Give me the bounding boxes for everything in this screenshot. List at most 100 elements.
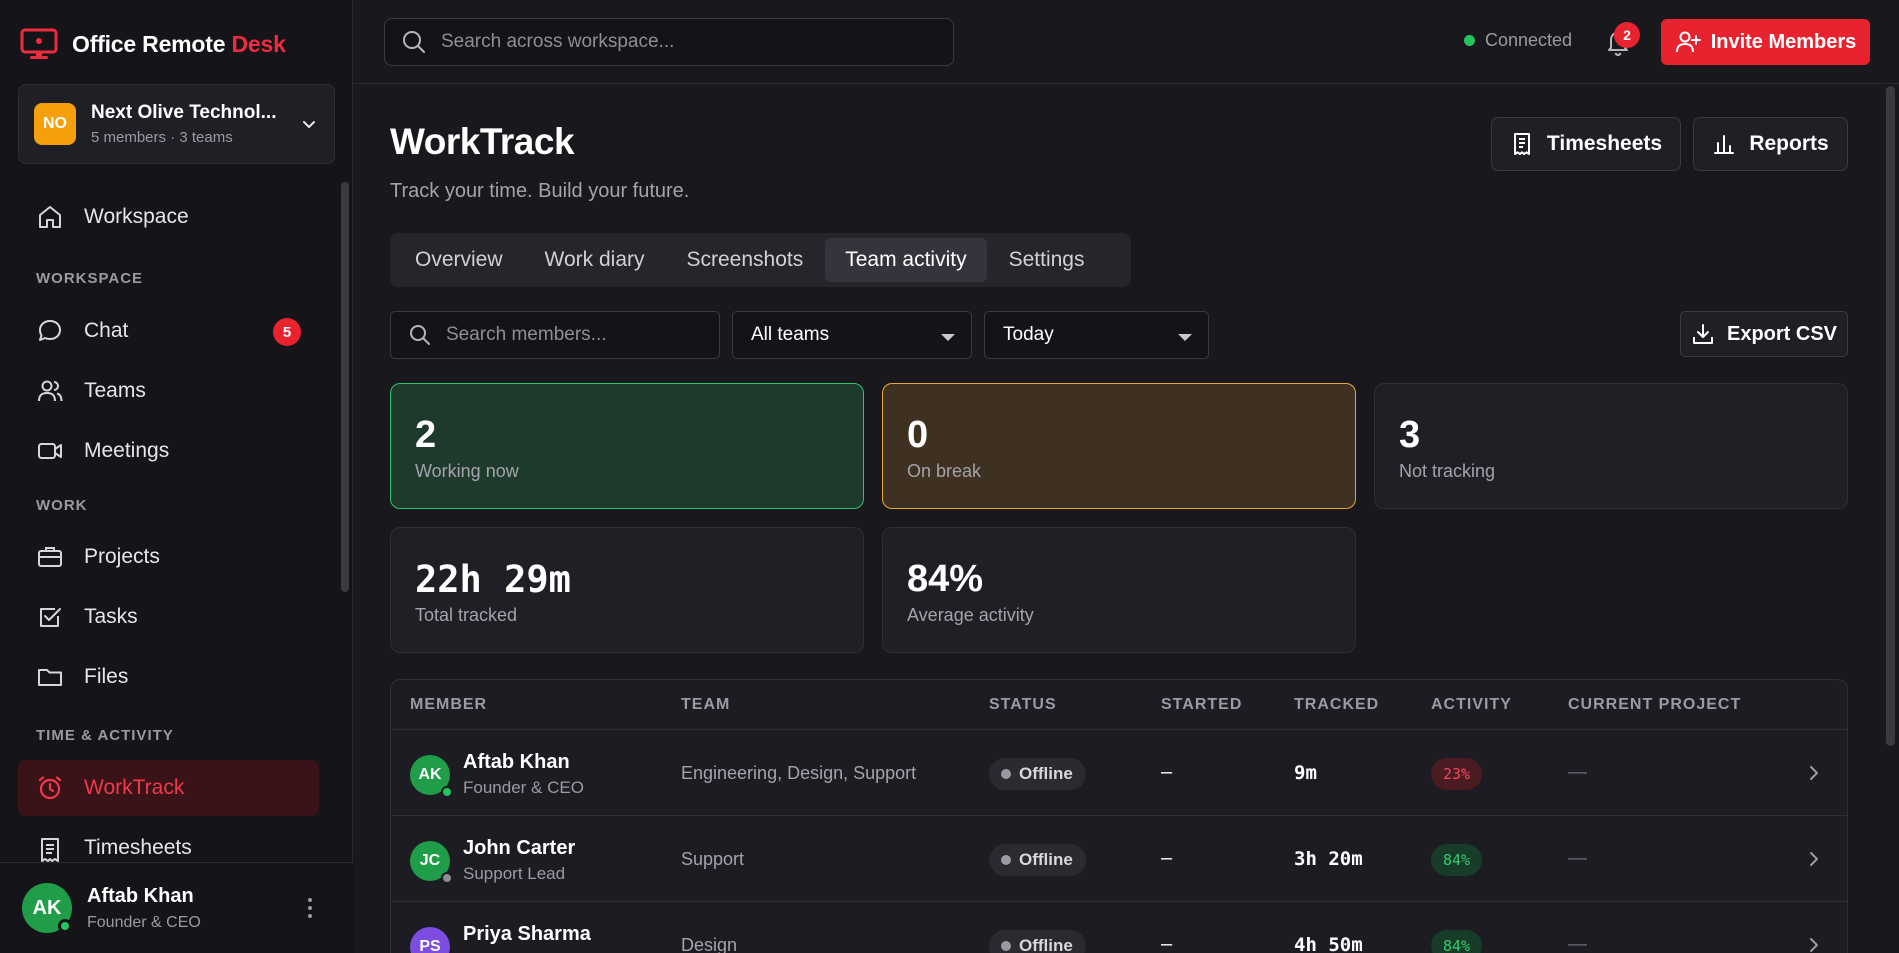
stat-value: 0 [907, 414, 929, 456]
user-profile[interactable]: AK Aftab Khan Founder & CEO [0, 862, 353, 953]
tab-overview[interactable]: Overview [395, 238, 523, 282]
more-vertical-icon[interactable] [300, 895, 320, 921]
caret-down-icon [941, 334, 955, 341]
column-header-activity[interactable]: ACTIVITY [1431, 696, 1512, 714]
team-select-value: All teams [751, 324, 830, 345]
search-icon [410, 325, 430, 345]
member-team: Design [681, 935, 738, 953]
brand-name: Office Remote Desk [72, 30, 286, 57]
stat-average-activity: 84% Average activity [882, 527, 1356, 653]
column-header-current-project[interactable]: CURRENT PROJECT [1568, 696, 1741, 714]
briefcase-icon [38, 547, 62, 567]
sidebar-item-meetings[interactable]: Meetings [18, 423, 319, 479]
table-row[interactable]: AK Aftab Khan Founder & CEO Engineering,… [391, 730, 1847, 816]
sidebar-item-tasks[interactable]: Tasks [18, 589, 319, 645]
sidebar-item-teams[interactable]: Teams [18, 363, 319, 419]
activity-badge: 23% [1431, 758, 1483, 790]
sidebar-item-label: Tasks [84, 605, 138, 628]
org-avatar: NO [34, 103, 76, 145]
search-input[interactable] [441, 31, 953, 53]
stat-value: 84% [907, 558, 984, 600]
sidebar-item-projects[interactable]: Projects [18, 529, 319, 585]
stat-working-now: 2 Working now [390, 383, 864, 509]
sidebar-item-label: Workspace [84, 205, 189, 228]
stat-not-tracking: 3 Not tracking [1374, 383, 1848, 509]
presence-dot [441, 786, 453, 798]
member-role: Support Lead [463, 864, 566, 883]
main-scrollbar[interactable] [1886, 86, 1895, 746]
column-header-tracked[interactable]: TRACKED [1294, 696, 1379, 714]
sidebar-item-label: Chat [84, 319, 129, 342]
connection-status: Connected [1464, 30, 1572, 51]
timesheets-label: Timesheets [1546, 132, 1663, 155]
column-header-team[interactable]: TEAM [681, 696, 730, 714]
bar-chart-icon [1714, 135, 1735, 154]
sidebar-item-label: Timesheets [84, 836, 192, 859]
sidebar-item-worktrack[interactable]: WorkTrack [18, 760, 319, 816]
sidebar-item-label: Teams [84, 379, 146, 402]
member-name: John Carter [463, 837, 576, 859]
stat-label: Working now [415, 461, 519, 481]
reports-button[interactable]: Reports [1693, 117, 1848, 171]
column-header-member[interactable]: MEMBER [410, 696, 487, 714]
table-row[interactable]: PS Priya Sharma Design Offline – 4h 50m … [391, 902, 1847, 953]
invite-members-button[interactable]: Invite Members [1661, 19, 1870, 65]
tracked-time: 4h 50m [1294, 934, 1363, 953]
receipt-icon [1513, 133, 1530, 155]
tab-work-diary[interactable]: Work diary [525, 238, 665, 282]
org-name: Next Olive Technol... [91, 102, 277, 123]
global-search[interactable] [384, 18, 954, 66]
status-dot [1001, 769, 1011, 779]
org-switcher[interactable]: NO Next Olive Technol... 5 members · 3 t… [18, 84, 335, 164]
brand[interactable]: Office Remote Desk [20, 24, 286, 64]
presence-dot [441, 872, 453, 884]
timer-icon [38, 776, 62, 800]
online-indicator [58, 919, 72, 933]
user-role: Founder & CEO [87, 914, 201, 931]
user-name: Aftab Khan [87, 885, 194, 907]
column-header-status[interactable]: STATUS [989, 696, 1057, 714]
sidebar-item-chat[interactable]: Chat 5 [18, 303, 319, 359]
tab-screenshots[interactable]: Screenshots [667, 238, 824, 282]
member-search[interactable] [390, 311, 720, 359]
topbar: Connected 2 Invite Members [353, 0, 1899, 84]
stat-value: 22h 29m [415, 558, 571, 601]
member-search-input[interactable] [446, 324, 719, 346]
export-label: Export CSV [1726, 322, 1838, 345]
chevron-right-icon[interactable] [1805, 848, 1823, 870]
sidebar-item-label: Files [84, 665, 129, 688]
section-time-activity: TIME & ACTIVITY [36, 727, 174, 744]
timesheets-button[interactable]: Timesheets [1491, 117, 1681, 171]
table-header: MEMBER TEAM STATUS STARTED TRACKED ACTIV… [391, 680, 1847, 730]
activity-badge: 84% [1431, 844, 1483, 876]
member-team: Support [681, 849, 745, 869]
table-row[interactable]: JC John Carter Support Lead Support Offl… [391, 816, 1847, 902]
home-icon [39, 206, 61, 228]
started-time: – [1161, 847, 1173, 869]
tab-settings[interactable]: Settings [989, 238, 1105, 282]
team-select[interactable]: All teams [732, 311, 972, 359]
member-role: Founder & CEO [463, 778, 584, 797]
sidebar-item-workspace[interactable]: Workspace [18, 189, 319, 245]
checkbox-icon [40, 608, 61, 627]
monitor-logo-icon [20, 28, 58, 59]
chevron-right-icon[interactable] [1805, 762, 1823, 784]
stat-on-break: 0 On break [882, 383, 1356, 509]
reports-label: Reports [1749, 132, 1829, 155]
tab-team-activity[interactable]: Team activity [825, 238, 987, 282]
sidebar-item-label: Projects [84, 545, 160, 568]
caret-down-icon [1178, 334, 1192, 341]
sidebar-item-files[interactable]: Files [18, 649, 319, 705]
user-plus-icon [1675, 31, 1701, 53]
current-project: — [1568, 762, 1587, 783]
stat-label: Not tracking [1399, 461, 1496, 481]
connection-label: Connected [1485, 30, 1573, 50]
date-select[interactable]: Today [984, 311, 1209, 359]
chevron-down-icon [303, 121, 315, 128]
sidebar-scrollbar[interactable] [341, 182, 349, 592]
tracked-time: 9m [1294, 762, 1317, 784]
export-csv-button[interactable]: Export CSV [1680, 311, 1848, 357]
status-badge: Offline [989, 844, 1086, 876]
column-header-started[interactable]: STARTED [1161, 696, 1242, 714]
chevron-right-icon[interactable] [1805, 934, 1823, 953]
